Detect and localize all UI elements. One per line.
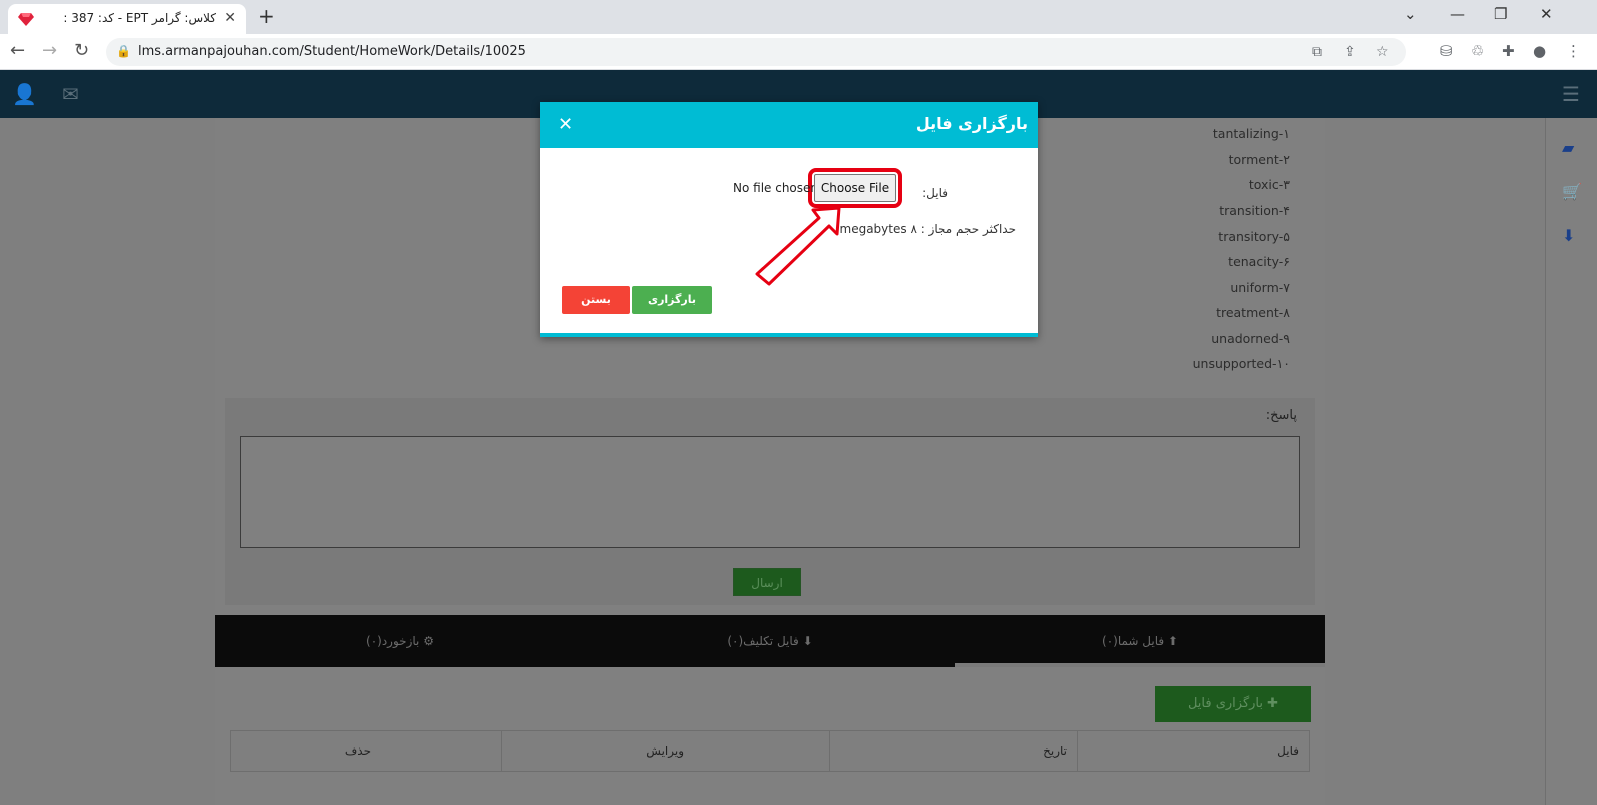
user-icon[interactable]: 👤 [12,82,37,106]
tab-close-icon[interactable]: ✕ [224,10,236,26]
url-text: lms.armanpajouhan.com/Student/HomeWork/D… [138,44,526,59]
mail-icon[interactable]: ✉ [62,82,79,106]
lock-icon: 🔒 [116,44,131,58]
tab-assignment-files[interactable]: ⬇ فایل تکلیف(۰) [585,615,955,667]
plus-icon: ✚ [1263,696,1279,711]
tab-title: کلاس: گرامر EPT - کد: 387 : [63,11,216,25]
forward-icon[interactable]: → [42,40,57,61]
translate-icon[interactable]: ⧉ [1312,44,1322,60]
annotation-arrow-icon [755,208,841,286]
hamburger-menu-icon[interactable]: ☰ [1562,82,1580,106]
cart-icon[interactable]: 🛒 [1562,182,1582,201]
files-table: فایل تاریخ ویرایش حذف [230,730,1310,772]
send-button[interactable]: ارسال [733,568,801,596]
close-button[interactable]: بستن [562,286,630,314]
browser-tabstrip: کلاس: گرامر EPT - کد: 387 : ✕ + ⌄ — ❐ ✕ [0,0,1597,34]
profile-icon[interactable]: ● [1533,42,1546,60]
max-size-text: حداکثر حجم مجاز : ۸ megabytes [839,222,1016,236]
browser-tab[interactable]: کلاس: گرامر EPT - کد: 387 : ✕ [8,4,246,34]
tab-feedback[interactable]: ⚙ بازخورد(۰) [215,615,585,667]
upload-file-button[interactable]: ✚ بارگزاری فایل [1155,686,1311,722]
table-header: فایل [1077,731,1309,771]
word-item: transitory-۵ [1218,229,1290,244]
no-file-text: No file chosen [733,181,814,195]
minimize-icon[interactable]: — [1450,5,1465,23]
share-icon[interactable]: ⇪ [1344,44,1356,60]
address-bar[interactable]: 🔒 lms.armanpajouhan.com/Student/HomeWork… [106,38,1406,66]
new-tab-icon[interactable]: + [258,4,275,28]
table-header: ویرایش [501,731,829,771]
upload-button[interactable]: بارگزاری [632,286,712,314]
download-icon[interactable]: ⬇ [1562,226,1575,245]
window-close-icon[interactable]: ✕ [1540,5,1553,23]
answer-textarea[interactable] [240,436,1300,548]
word-item: torment-۲ [1228,152,1290,167]
word-item: treatment-۸ [1216,305,1290,320]
upload-icon: ⬆ [1164,634,1178,648]
highlight-box [808,168,902,208]
ruby-favicon-icon [18,13,34,26]
browser-toolbar: ← → ↻ 🔒 lms.armanpajouhan.com/Student/Ho… [0,34,1597,70]
tab-search-icon[interactable]: ⌄ [1404,5,1417,23]
reload-icon[interactable]: ↻ [74,40,89,61]
answer-label: پاسخ: [1265,408,1297,423]
recycle-icon[interactable]: ♲ [1471,42,1484,60]
word-item: tantalizing-۱ [1212,126,1290,141]
file-label: فایل: [922,186,948,200]
star-icon[interactable]: ☆ [1376,44,1389,60]
word-item: tenacity-۶ [1228,254,1290,269]
word-item: unsupported-۱۰ [1192,356,1290,371]
gear-icon: ⚙ [419,634,434,648]
table-header: تاریخ [829,731,1077,771]
file-tabs: ⬆ فایل شما(۰) ⬇ فایل تکلیف(۰) ⚙ بازخورد(… [215,615,1325,667]
download-icon: ⬇ [798,634,813,648]
modal-title: بارگزاری فایل [915,114,1028,133]
modal-footer-line [540,333,1038,337]
word-item: unadorned-۹ [1211,331,1290,346]
word-item: toxic-۳ [1248,177,1290,192]
answer-panel: پاسخ: ارسال [225,398,1315,605]
active-tab-indicator [955,663,1325,667]
right-sidebar: ▰ 🛒 ⬇ [1545,118,1597,805]
word-item: transition-۴ [1219,203,1290,218]
tab-your-files[interactable]: ⬆ فایل شما(۰) [955,615,1325,667]
word-item: uniform-۷ [1230,280,1290,295]
modal-close-icon[interactable]: ✕ [558,114,573,135]
modal-header: بارگزاری فایل ✕ [540,102,1038,148]
menu-icon[interactable]: ⋮ [1566,42,1581,60]
extension-icon[interactable]: ✚ [1502,42,1515,60]
back-icon[interactable]: ← [10,40,25,61]
table-header: حذف [344,744,371,758]
extension-a-icon[interactable]: ⛁ [1440,42,1453,60]
chat-icon[interactable]: ▰ [1562,138,1574,157]
restore-icon[interactable]: ❐ [1494,5,1507,23]
